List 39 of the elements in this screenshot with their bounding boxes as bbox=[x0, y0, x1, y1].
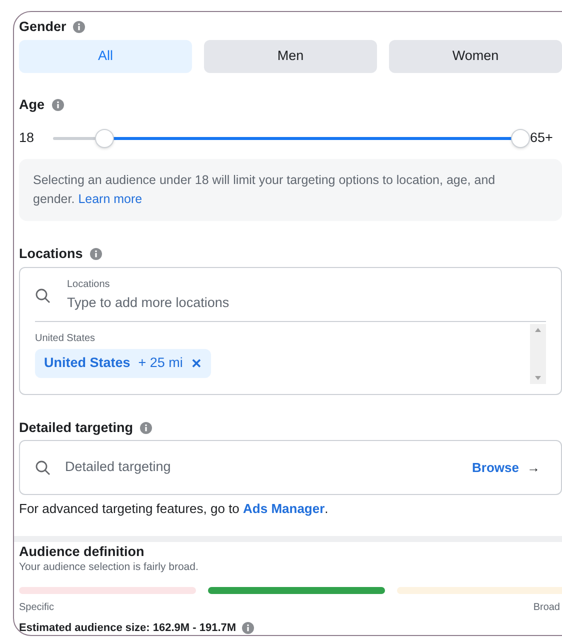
location-group: United States bbox=[35, 332, 530, 345]
location-name: United States bbox=[44, 354, 130, 372]
learn-more-link[interactable]: Learn more bbox=[78, 192, 142, 206]
info-icon[interactable] bbox=[242, 622, 254, 634]
info-icon[interactable] bbox=[73, 21, 86, 33]
meter-min-label: Specific bbox=[19, 601, 54, 614]
section-label: Gender bbox=[19, 19, 66, 35]
location-radius[interactable]: + 25 mi bbox=[138, 353, 183, 374]
ads-manager-link[interactable]: Ads Manager bbox=[243, 501, 325, 516]
notice-text: Selecting an audience under 18 will limit your targeting options to location, age, and gender. Learn more bbox=[33, 172, 496, 208]
gender-tab[interactable]: Men bbox=[204, 40, 377, 73]
info-icon[interactable] bbox=[140, 422, 152, 434]
info-icon[interactable] bbox=[52, 99, 64, 111]
scroll-up-icon[interactable] bbox=[535, 328, 541, 332]
advanced-targeting-note: For advanced targeting features, go to Ads Manager. bbox=[19, 500, 330, 518]
section-label: Detailed targeting bbox=[19, 420, 134, 436]
arrow-icon: → bbox=[527, 458, 540, 478]
gender-tab[interactable]: All bbox=[19, 40, 192, 73]
audience-size: Estimated audience size: 162.9M - 191.7M bbox=[19, 621, 236, 635]
info-icon[interactable] bbox=[90, 248, 102, 260]
age-max: 65+ bbox=[530, 128, 553, 147]
search-icon bbox=[35, 460, 51, 476]
scroll-down-icon[interactable] bbox=[535, 376, 541, 380]
remove-button[interactable]: ✕ bbox=[190, 354, 202, 374]
age-min: 18 bbox=[19, 128, 36, 147]
search-icon bbox=[35, 288, 51, 304]
audience-title: Audience definition bbox=[19, 544, 146, 560]
detailed-targeting-field[interactable]: Detailed targeting Browse → bbox=[19, 440, 562, 495]
section-label: Locations bbox=[19, 246, 83, 262]
section-label: Age bbox=[19, 97, 45, 113]
gender-tab[interactable]: Women bbox=[389, 40, 562, 73]
scrollbar[interactable] bbox=[530, 324, 546, 384]
audience-subtitle: Your audience selection is fairly broad. bbox=[19, 560, 200, 574]
field-label: Locations bbox=[67, 278, 111, 291]
browse-button[interactable]: Browse → bbox=[472, 458, 540, 478]
slider-handle[interactable] bbox=[95, 129, 114, 148]
location-search-field[interactable]: Type to add more locations bbox=[67, 291, 467, 313]
meter-max-label: Broad bbox=[533, 601, 560, 614]
slider-handle[interactable] bbox=[511, 129, 530, 148]
